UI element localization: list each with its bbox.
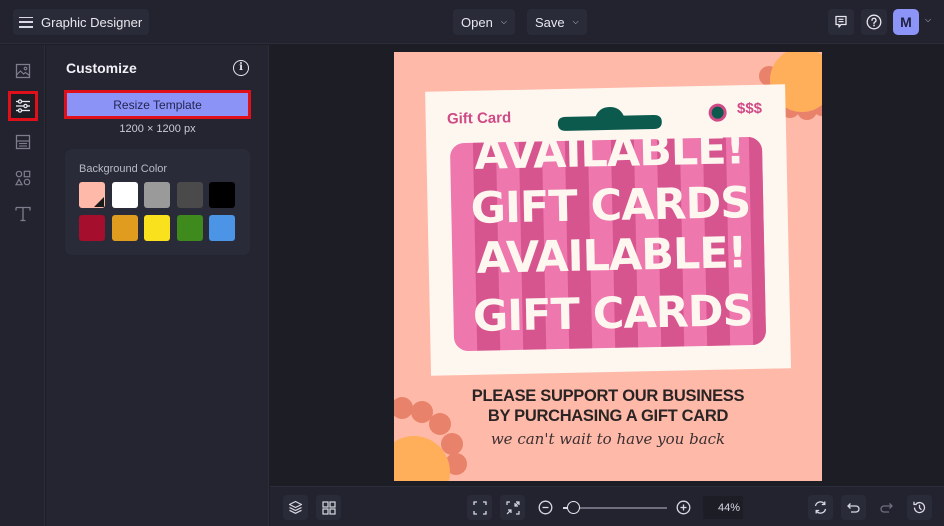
shrink-button[interactable] xyxy=(500,495,525,520)
color-swatch[interactable] xyxy=(209,182,235,208)
top-bar: Graphic Designer Open ⌵ Save ⌵ M ⌵ xyxy=(0,0,944,44)
image-icon xyxy=(15,63,31,79)
history-button[interactable] xyxy=(907,495,932,520)
color-swatch[interactable] xyxy=(79,182,105,208)
grid-button[interactable] xyxy=(316,495,341,520)
chevron-down-icon: ⌵ xyxy=(572,17,579,26)
background-color-card: Background Color xyxy=(65,149,250,255)
open-button[interactable]: Open ⌵ xyxy=(453,9,515,35)
template-dimensions: 1200 × 1200 px xyxy=(119,123,196,135)
color-swatch[interactable] xyxy=(176,182,203,208)
redo-button[interactable] xyxy=(874,495,899,520)
color-swatch[interactable] xyxy=(111,182,138,208)
headline-clip: AVAILABLE! GIFT CARDS AVAILABLE! GIFT CA… xyxy=(394,135,822,350)
gift-card-label[interactable]: Gift Card xyxy=(447,109,512,127)
headline-line: AVAILABLE! xyxy=(476,228,747,284)
app-title: Graphic Designer xyxy=(41,14,143,30)
artboard[interactable]: Gift Card $$$ AVAILABLE! GIFT CARDS AVAI… xyxy=(394,52,822,481)
body-line: BY PURCHASING A GIFT CARD xyxy=(487,407,729,425)
redo-icon xyxy=(880,503,893,513)
open-label: Open xyxy=(461,14,493,30)
info-icon[interactable]: i xyxy=(233,60,249,76)
rail-item-graphics[interactable] xyxy=(8,163,38,193)
color-swatch[interactable] xyxy=(209,215,235,241)
headline[interactable]: AVAILABLE! GIFT CARDS AVAILABLE! GIFT CA… xyxy=(464,135,758,342)
help-button[interactable] xyxy=(861,9,887,35)
color-swatch[interactable] xyxy=(79,215,105,241)
resize-template-button[interactable]: Resize Template xyxy=(67,93,248,116)
layers-icon xyxy=(288,500,303,514)
headline-line: AVAILABLE! xyxy=(473,135,745,180)
user-avatar[interactable]: M xyxy=(893,9,919,35)
sync-icon xyxy=(814,501,827,514)
zoom-out-icon[interactable] xyxy=(538,500,553,515)
color-swatch[interactable] xyxy=(176,215,203,241)
layers-button[interactable] xyxy=(283,495,308,520)
customize-panel: Customize i Resize Template 1200 × 1200 … xyxy=(46,45,269,526)
text-icon xyxy=(15,206,31,222)
panel-title: Customize xyxy=(66,60,137,76)
tagline[interactable]: we can't wait to have you back xyxy=(394,430,822,448)
save-button[interactable]: Save ⌵ xyxy=(527,9,587,35)
headline-line: GIFT CARDS xyxy=(470,178,751,234)
gift-card-price[interactable]: $$$ xyxy=(737,100,762,117)
zoom-in-icon[interactable] xyxy=(676,500,691,515)
undo-button[interactable] xyxy=(841,495,866,520)
headline-line: GIFT CARDS xyxy=(472,286,753,342)
resize-template-highlight: Resize Template xyxy=(64,90,251,119)
app-menu-button[interactable]: Graphic Designer xyxy=(13,9,150,35)
body-line: PLEASE SUPPORT OUR BUSINESS xyxy=(471,387,745,405)
rail-item-customize[interactable] xyxy=(8,91,38,121)
feedback-button[interactable] xyxy=(828,9,854,35)
color-swatch[interactable] xyxy=(144,182,170,208)
sliders-icon xyxy=(16,99,30,113)
layout-icon xyxy=(15,134,31,150)
history-icon xyxy=(913,501,926,514)
shapes-icon xyxy=(15,170,31,186)
comment-icon xyxy=(835,15,847,28)
save-label: Save xyxy=(535,14,565,30)
color-swatch[interactable] xyxy=(111,215,138,241)
color-swatch[interactable] xyxy=(144,215,170,241)
bottom-bar: 44% xyxy=(270,486,944,526)
grid-icon xyxy=(321,500,336,515)
body-text[interactable]: PLEASE SUPPORT OUR BUSINESS BY PURCHASIN… xyxy=(394,386,822,426)
zoom-percent[interactable]: 44% xyxy=(703,496,743,519)
fit-screen-button[interactable] xyxy=(467,495,492,520)
color-swatches xyxy=(79,182,235,241)
help-circle-icon xyxy=(866,14,882,30)
tool-rail xyxy=(0,45,45,526)
zoom-slider-handle[interactable] xyxy=(566,501,580,514)
hamburger-icon xyxy=(19,16,33,28)
fit-screen-icon xyxy=(472,500,487,515)
chevron-down-icon[interactable]: ⌵ xyxy=(925,15,931,25)
rail-item-images[interactable] xyxy=(8,56,38,86)
replace-button[interactable] xyxy=(808,495,833,520)
chevron-down-icon: ⌵ xyxy=(500,17,507,26)
background-color-label: Background Color xyxy=(79,163,168,175)
rail-item-text[interactable] xyxy=(8,199,38,229)
undo-icon xyxy=(847,503,860,513)
rail-item-layouts[interactable] xyxy=(8,127,38,157)
shrink-icon xyxy=(505,500,520,515)
